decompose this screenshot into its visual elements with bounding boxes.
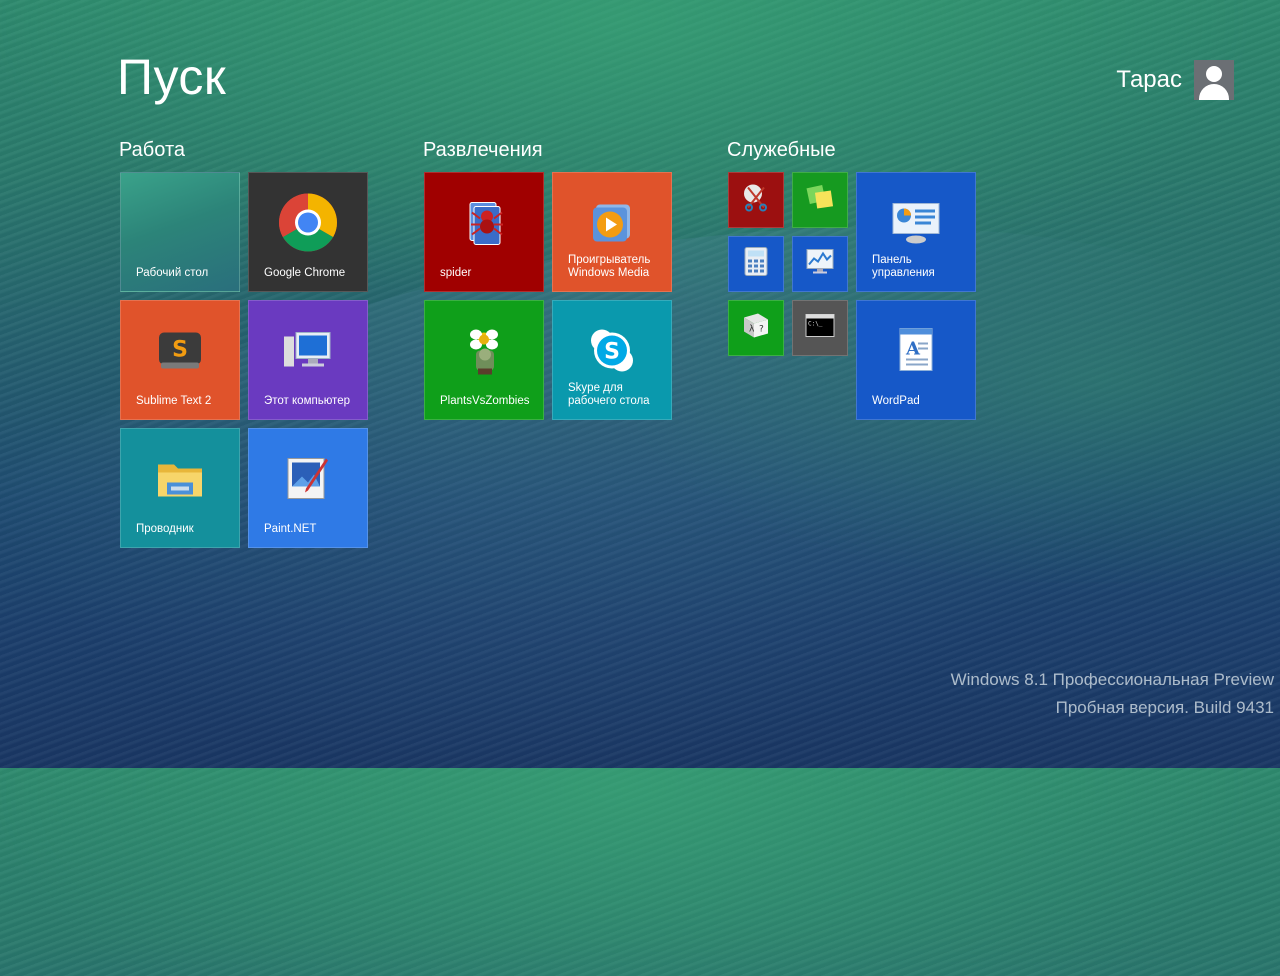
tile-label: PlantsVsZombies bbox=[440, 395, 530, 407]
chrome-icon bbox=[278, 192, 338, 257]
tile-explorer[interactable]: Проводник bbox=[120, 428, 240, 548]
user-account[interactable]: Тарас bbox=[1116, 60, 1234, 100]
tile-google-chrome[interactable]: Google Chrome bbox=[248, 172, 368, 292]
tile-performance-monitor[interactable] bbox=[792, 236, 848, 292]
user-avatar-icon[interactable] bbox=[1194, 60, 1234, 100]
command-prompt-icon: C:\_ bbox=[805, 314, 835, 343]
tile-label: Проигрыватель Windows Media bbox=[568, 254, 651, 279]
build-watermark: Пробная версия. Build 9431 bbox=[1055, 698, 1274, 717]
tile-spider[interactable]: spider bbox=[424, 172, 544, 292]
tile-skype[interactable]: S Skype для рабочего стола bbox=[552, 300, 672, 420]
skype-icon: S bbox=[588, 326, 636, 379]
edition-watermark: Windows 8.1 Профессиональная Preview bbox=[950, 670, 1274, 689]
tile-calculator[interactable] bbox=[728, 236, 784, 292]
tile-windows-media-player[interactable]: Проигрыватель Windows Media bbox=[552, 172, 672, 292]
tile-sticky-notes[interactable] bbox=[792, 172, 848, 228]
page-title: Пуск bbox=[117, 49, 227, 105]
scissors-icon bbox=[740, 182, 772, 219]
tile-label: Панель управления bbox=[872, 254, 935, 279]
tile-label: Проводник bbox=[136, 523, 194, 535]
group-title-utilities[interactable]: Служебные bbox=[727, 139, 836, 162]
group-title-work[interactable]: Работа bbox=[119, 139, 185, 162]
svg-text:S: S bbox=[604, 339, 620, 364]
tile-this-pc[interactable]: Этот компьютер bbox=[248, 300, 368, 420]
paint-net-icon bbox=[284, 454, 332, 507]
svg-text:C:\_: C:\_ bbox=[808, 321, 823, 328]
tile-label: spider bbox=[440, 267, 472, 279]
svg-text:?: ? bbox=[759, 325, 764, 335]
tile-desktop[interactable]: Рабочий стол bbox=[120, 172, 240, 292]
folder-icon bbox=[155, 456, 205, 505]
math-input-icon: λ ? bbox=[740, 312, 772, 345]
tile-label: Google Chrome bbox=[264, 267, 346, 279]
calculator-icon bbox=[743, 247, 769, 282]
sticky-notes-icon bbox=[804, 182, 836, 219]
spider-solitaire-icon bbox=[462, 196, 506, 253]
sublime-text-icon: S bbox=[157, 330, 203, 375]
svg-text:S: S bbox=[172, 337, 188, 362]
tile-label: Этот компьютер bbox=[264, 395, 350, 407]
tile-command-prompt[interactable]: C:\_ bbox=[792, 300, 848, 356]
tile-label: Skype для рабочего стола bbox=[568, 382, 650, 407]
tile-wordpad[interactable]: A WordPad bbox=[856, 300, 976, 420]
tile-label: Paint.NET bbox=[264, 523, 317, 535]
tile-control-panel[interactable]: Панель управления bbox=[856, 172, 976, 292]
wordpad-icon: A bbox=[894, 326, 938, 379]
tile-plants-vs-zombies[interactable]: PlantsVsZombies bbox=[424, 300, 544, 420]
tile-sublime-text[interactable]: S Sublime Text 2 bbox=[120, 300, 240, 420]
svg-text:λ: λ bbox=[749, 325, 755, 335]
control-panel-icon bbox=[890, 199, 942, 250]
computer-icon bbox=[282, 328, 334, 377]
tile-label: Рабочий стол bbox=[136, 267, 209, 279]
user-name: Тарас bbox=[1116, 66, 1182, 93]
group-title-entertainment[interactable]: Развлечения bbox=[423, 139, 543, 162]
tile-snipping-tool[interactable] bbox=[728, 172, 784, 228]
media-player-icon bbox=[590, 200, 634, 249]
tile-label: Sublime Text 2 bbox=[136, 395, 212, 407]
tile-paint-net[interactable]: Paint.NET bbox=[248, 428, 368, 548]
plants-vs-zombies-icon bbox=[460, 324, 508, 381]
monitor-chart-icon bbox=[804, 247, 836, 282]
tile-math-input[interactable]: λ ? bbox=[728, 300, 784, 356]
tile-label: WordPad bbox=[872, 395, 920, 407]
